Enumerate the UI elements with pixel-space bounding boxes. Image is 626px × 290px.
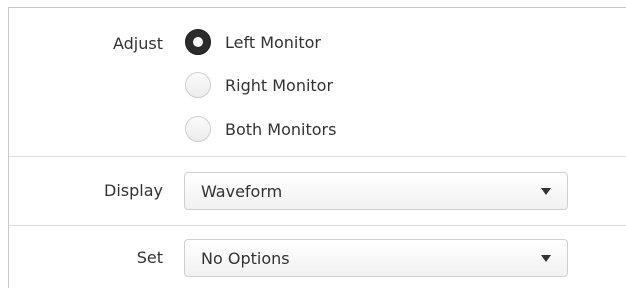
display-select-value: Waveform [201,181,283,201]
radio-dot [193,37,203,47]
radio-label-both-monitors[interactable]: Both Monitors [225,120,336,139]
radio-label-left-monitor[interactable]: Left Monitor [225,33,321,52]
set-row: Set No Options [9,225,626,290]
set-select-value: No Options [201,248,290,268]
adjust-label: Adjust [112,34,163,53]
display-label: Display [104,181,163,200]
radio-checked-icon[interactable] [185,29,211,55]
set-select[interactable]: No Options [184,239,568,277]
adjust-row: Adjust Left Monitor Right Monitor Both M… [9,8,626,156]
settings-panel: Adjust Left Monitor Right Monitor Both M… [8,7,626,288]
radio-label-right-monitor[interactable]: Right Monitor [225,76,333,95]
radio-left-monitor[interactable]: Left Monitor [185,27,321,57]
chevron-down-icon [541,187,551,195]
display-select[interactable]: Waveform [184,172,568,210]
radio-right-monitor[interactable]: Right Monitor [185,70,333,100]
set-label: Set [136,248,163,267]
radio-both-monitors[interactable]: Both Monitors [185,114,336,144]
display-row: Display Waveform [9,156,626,226]
chevron-down-icon [541,254,551,262]
radio-unchecked-icon[interactable] [185,72,211,98]
radio-unchecked-icon[interactable] [185,116,211,142]
